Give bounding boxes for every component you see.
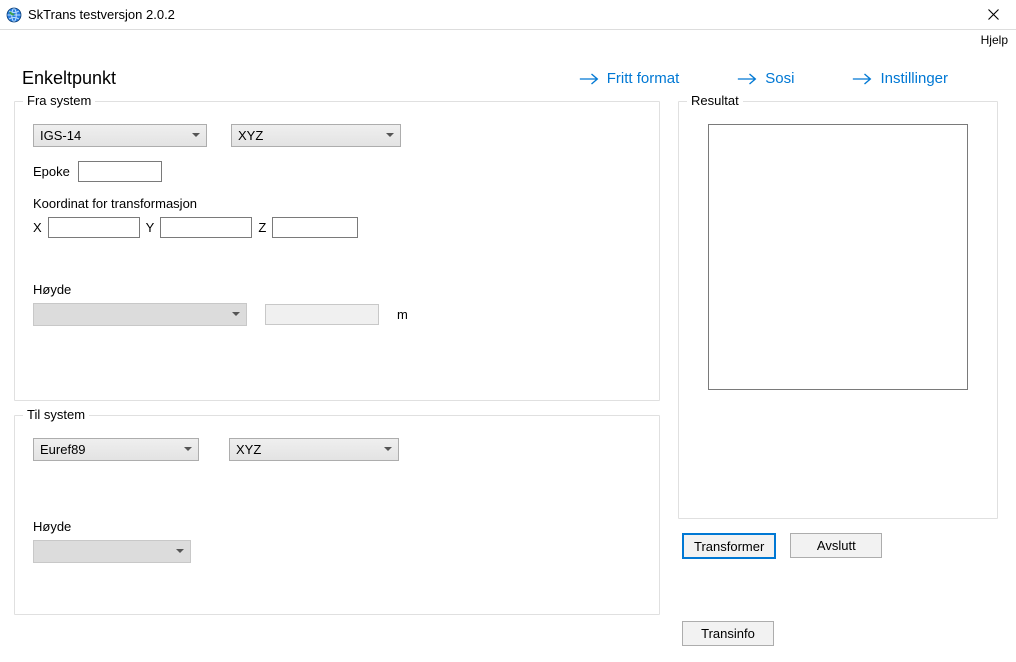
transinfo-button[interactable]: Transinfo [682, 621, 774, 646]
link-label: Instillinger [880, 70, 948, 87]
panel-fra-system: Fra system IGS-14 XYZ Epoke Koordinat fo… [14, 101, 660, 401]
til-system-select[interactable]: Euref89 [33, 438, 199, 461]
z-input[interactable] [272, 217, 358, 238]
panel-til-system: Til system Euref89 XYZ Høyde [14, 415, 660, 615]
content: Fra system IGS-14 XYZ Epoke Koordinat fo… [0, 97, 1016, 662]
fra-hoyde-select[interactable] [33, 303, 247, 326]
fra-coord-type-select[interactable]: XYZ [231, 124, 401, 147]
epoke-label: Epoke [33, 164, 70, 179]
titlebar: SkTrans testversjon 2.0.2 [0, 0, 1016, 30]
select-value: XYZ [236, 442, 261, 457]
header: Enkeltpunkt Fritt format Sosi Instilling… [0, 50, 1016, 97]
window-title: SkTrans testversjon 2.0.2 [28, 7, 175, 22]
menubar: Hjelp [0, 30, 1016, 50]
y-input[interactable] [160, 217, 252, 238]
panel-legend: Fra system [23, 93, 95, 108]
arrow-right-icon [852, 72, 872, 86]
linkbar: Fritt format Sosi Instillinger [579, 70, 988, 87]
link-fritt-format[interactable]: Fritt format [579, 70, 680, 87]
koordinat-label: Koordinat for transformasjon [33, 196, 197, 211]
button-row-2: Transinfo [678, 621, 998, 646]
close-button[interactable] [970, 0, 1016, 30]
link-sosi[interactable]: Sosi [737, 70, 794, 87]
link-instillinger[interactable]: Instillinger [852, 70, 948, 87]
select-value: XYZ [238, 128, 263, 143]
menu-help[interactable]: Hjelp [981, 33, 1008, 47]
button-row-1: Transformer Avslutt [678, 533, 998, 559]
app-globe-icon [6, 7, 22, 23]
avslutt-button[interactable]: Avslutt [790, 533, 882, 558]
epoke-input[interactable] [78, 161, 162, 182]
arrow-right-icon [579, 72, 599, 86]
hoyde-unit: m [397, 307, 408, 322]
result-output [708, 124, 968, 390]
link-label: Sosi [765, 70, 794, 87]
panel-legend: Resultat [687, 93, 743, 108]
x-input[interactable] [48, 217, 140, 238]
transformer-button[interactable]: Transformer [682, 533, 776, 559]
right-column: Resultat Transformer Avslutt Transinfo [678, 101, 998, 646]
left-column: Fra system IGS-14 XYZ Epoke Koordinat fo… [14, 101, 660, 646]
link-label: Fritt format [607, 70, 680, 87]
page-title: Enkeltpunkt [22, 68, 116, 89]
select-value: Euref89 [40, 442, 86, 457]
select-value: IGS-14 [40, 128, 81, 143]
fra-hoyde-input[interactable] [265, 304, 379, 325]
hoyde-label: Høyde [33, 282, 71, 297]
til-hoyde-select[interactable] [33, 540, 191, 563]
panel-legend: Til system [23, 407, 89, 422]
z-label: Z [258, 220, 266, 235]
y-label: Y [146, 220, 155, 235]
close-icon [988, 9, 999, 20]
til-coord-type-select[interactable]: XYZ [229, 438, 399, 461]
hoyde-label: Høyde [33, 519, 71, 534]
panel-resultat: Resultat [678, 101, 998, 519]
x-label: X [33, 220, 42, 235]
fra-system-select[interactable]: IGS-14 [33, 124, 207, 147]
arrow-right-icon [737, 72, 757, 86]
